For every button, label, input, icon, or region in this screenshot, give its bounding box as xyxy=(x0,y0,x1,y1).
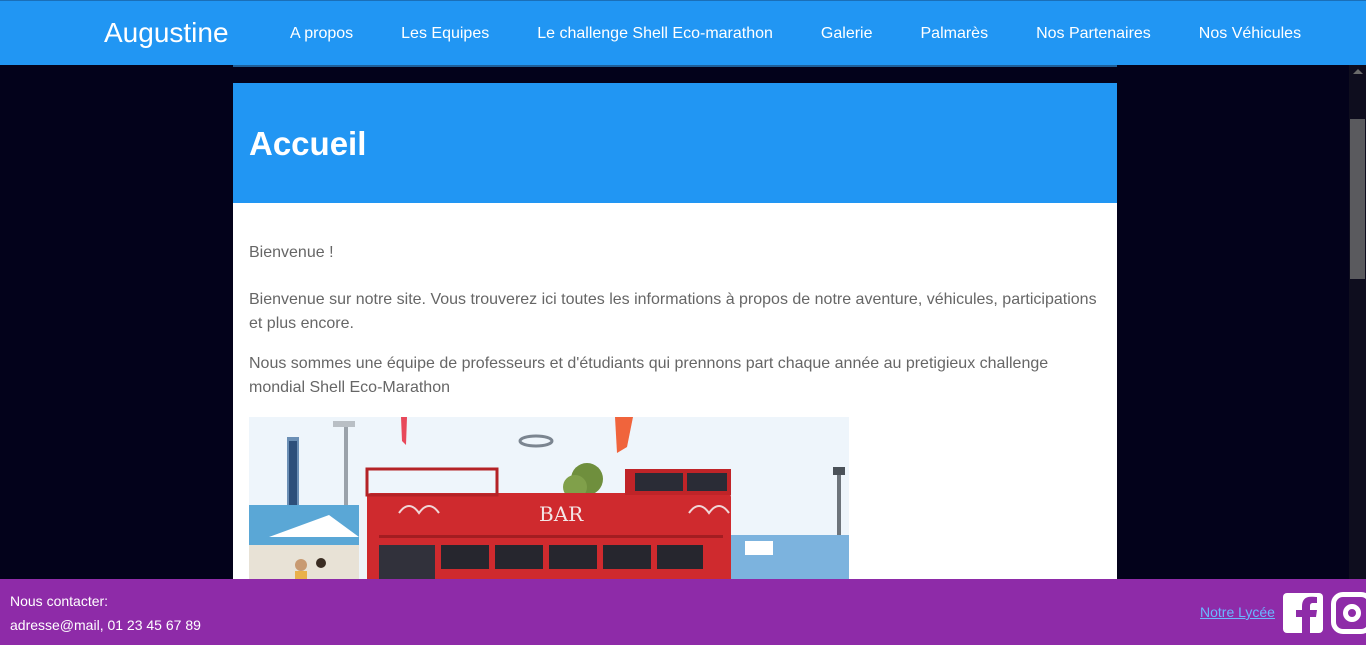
scroll-up-arrow-icon[interactable] xyxy=(1353,69,1363,74)
nav-item-partenaires[interactable]: Nos Partenaires xyxy=(1012,24,1175,44)
contact-info: adresse@mail, 01 23 45 67 89 xyxy=(10,617,201,633)
nav-item-a-propos[interactable]: A propos xyxy=(266,24,377,44)
nav-item-challenge[interactable]: Le challenge Shell Eco-marathon xyxy=(513,24,797,44)
scrollbar-thumb[interactable] xyxy=(1350,119,1365,279)
intro-paragraph: Bienvenue sur notre site. Vous trouverez… xyxy=(249,291,1097,332)
facebook-icon[interactable] xyxy=(1283,593,1323,633)
page-scrollbar[interactable] xyxy=(1349,65,1366,579)
nav-item-vehicules[interactable]: Nos Véhicules xyxy=(1175,24,1325,44)
team-paragraph: Nous sommes une équipe de professeurs et… xyxy=(249,355,1049,396)
nav-item-galerie[interactable]: Galerie xyxy=(797,24,897,44)
nav-item-palmares[interactable]: Palmarès xyxy=(897,24,1013,44)
nav-menu: A propos Les Equipes Le challenge Shell … xyxy=(266,1,1325,66)
bus-sign: BAR xyxy=(539,502,584,526)
header-divider xyxy=(233,65,1117,67)
main-card: Accueil Bienvenue ! Bienvenue sur notre … xyxy=(233,83,1117,583)
top-navbar: Augustine A propos Les Equipes Le challe… xyxy=(0,0,1366,65)
nav-item-equipes[interactable]: Les Equipes xyxy=(377,24,513,44)
instagram-lens xyxy=(1343,604,1361,622)
lycee-link[interactable]: Notre Lycée xyxy=(1200,604,1275,620)
bus-photo: BAR xyxy=(249,417,849,583)
site-footer: Nous contacter: adresse@mail, 01 23 45 6… xyxy=(0,579,1366,645)
page-title: Accueil xyxy=(249,125,367,162)
contact-title: Nous contacter: xyxy=(10,593,109,609)
card-header: Accueil xyxy=(233,83,1117,203)
instagram-icon[interactable] xyxy=(1331,592,1366,634)
brand-logo[interactable]: Augustine xyxy=(104,17,229,49)
welcome-text: Bienvenue ! xyxy=(249,244,334,261)
